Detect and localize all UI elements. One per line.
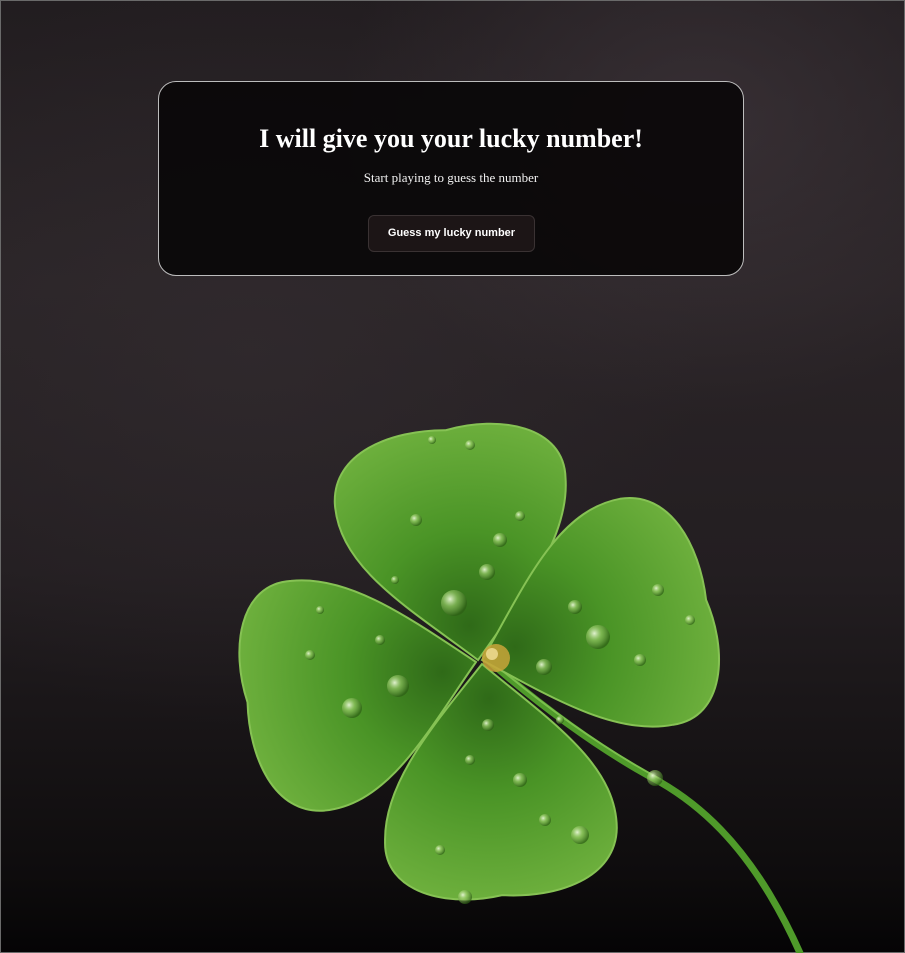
- lucky-number-card: I will give you your lucky number! Start…: [158, 81, 744, 276]
- subtitle-text: Start playing to guess the number: [363, 170, 539, 185]
- page-title: I will give you your lucky number!: [259, 124, 643, 153]
- guess-lucky-number-button[interactable]: Guess my lucky number: [368, 215, 535, 252]
